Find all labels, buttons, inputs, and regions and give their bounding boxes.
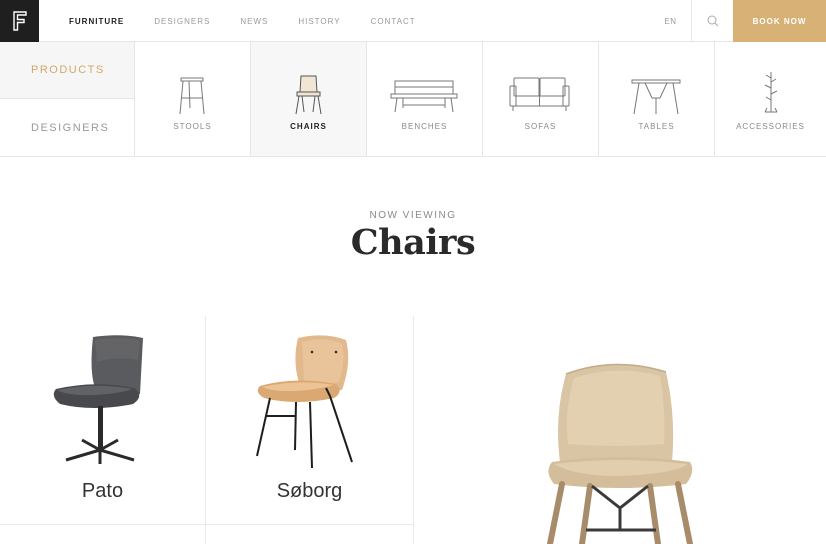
language-switcher[interactable]: EN <box>650 0 692 42</box>
product-card-soborg[interactable]: Søborg <box>206 316 413 524</box>
category-benches[interactable]: BENCHES <box>367 42 483 156</box>
category-label: ACCESSORIES <box>736 122 805 131</box>
nav-news[interactable]: NEWS <box>240 17 268 26</box>
pato-chair-image <box>53 335 143 464</box>
nav-history[interactable]: HISTORY <box>298 17 340 26</box>
category-sofas[interactable]: SOFAS <box>483 42 599 156</box>
category-bar: PRODUCTS DESIGNERS STOOLS CHAIRS BENCHES… <box>0 42 826 157</box>
category-label: BENCHES <box>401 122 448 131</box>
featured-chair-image <box>547 363 693 544</box>
category-chairs[interactable]: CHAIRS <box>251 42 367 156</box>
category-label: CHAIRS <box>290 122 327 131</box>
side-tabs: PRODUCTS DESIGNERS <box>0 42 135 156</box>
brand-logo[interactable] <box>0 0 39 42</box>
category-accessories[interactable]: ACCESSORIES <box>715 42 826 156</box>
product-name: Søborg <box>276 480 343 502</box>
nav-designers[interactable]: DESIGNERS <box>154 17 210 26</box>
main-nav: FURNITURE DESIGNERS NEWS HISTORY CONTACT <box>69 0 446 42</box>
stool-icon <box>179 77 205 115</box>
search-icon <box>707 15 718 27</box>
sofa-icon <box>509 77 570 111</box>
top-navigation-bar: FURNITURE DESIGNERS NEWS HISTORY CONTACT… <box>0 0 826 42</box>
book-now-button[interactable]: BOOK NOW <box>733 0 826 42</box>
product-name: Pato <box>81 480 124 502</box>
product-card-pato[interactable]: Pato <box>0 316 205 524</box>
now-viewing-label: NOW VIEWING <box>369 210 457 221</box>
bench-icon <box>390 80 458 113</box>
category-label: STOOLS <box>173 122 212 131</box>
tab-designers[interactable]: DESIGNERS <box>0 99 134 156</box>
category-stools[interactable]: STOOLS <box>135 42 251 156</box>
page-title: Chairs <box>350 222 476 263</box>
nav-furniture[interactable]: FURNITURE <box>69 17 124 26</box>
table-icon <box>631 79 681 115</box>
product-card-featured[interactable] <box>414 316 826 544</box>
chair-icon <box>295 75 322 115</box>
soborg-chair-image <box>256 335 353 469</box>
category-label: SOFAS <box>524 122 557 131</box>
coat-rack-icon <box>764 72 778 113</box>
grid-divider <box>0 524 413 525</box>
search-button[interactable] <box>692 0 733 42</box>
category-tables[interactable]: TABLES <box>599 42 715 156</box>
nav-contact[interactable]: CONTACT <box>371 17 416 26</box>
category-label: TABLES <box>638 122 675 131</box>
logo-f-icon <box>12 11 27 31</box>
tab-products[interactable]: PRODUCTS <box>0 42 134 99</box>
